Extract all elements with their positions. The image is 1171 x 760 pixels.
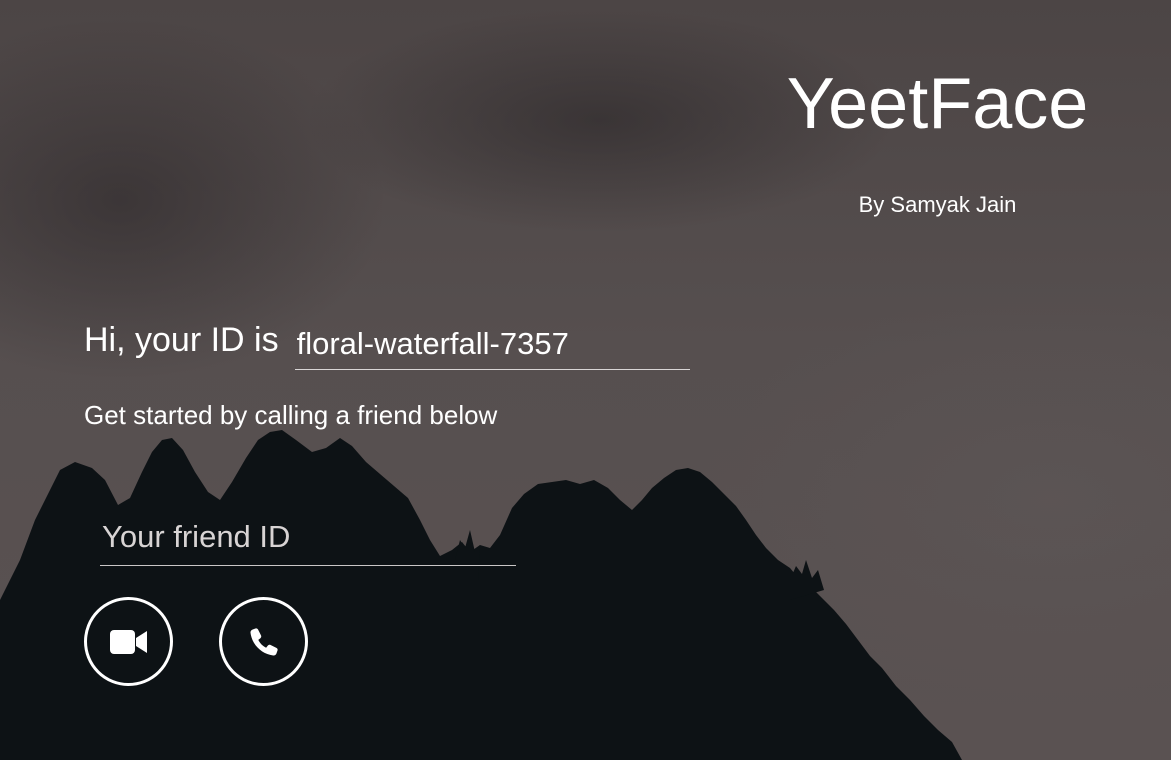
video-call-button[interactable] (84, 597, 173, 686)
phone-icon (249, 627, 278, 656)
voice-call-button[interactable] (219, 597, 308, 686)
app-title: YeetFace (786, 64, 1089, 144)
greeting-label: Hi, your ID is (84, 321, 279, 359)
instructions-text: Get started by calling a friend below (84, 400, 498, 430)
my-id-field[interactable] (294, 318, 690, 370)
video-camera-icon (109, 629, 147, 654)
friend-id-input[interactable] (100, 508, 516, 566)
my-id-row: Hi, your ID is (84, 318, 690, 374)
author-credit: By Samyak Jain (858, 192, 1017, 217)
